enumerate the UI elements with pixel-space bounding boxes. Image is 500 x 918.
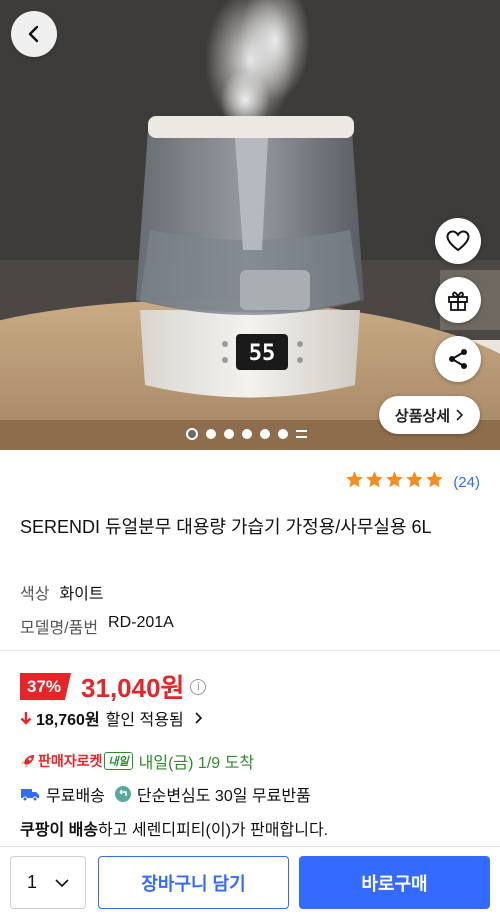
rating-stars bbox=[345, 470, 445, 494]
wishlist-button[interactable] bbox=[435, 218, 481, 264]
pagination-dot-active[interactable] bbox=[186, 428, 198, 440]
pagination-dot[interactable] bbox=[224, 429, 234, 439]
star-icon bbox=[366, 471, 384, 488]
return-policy: 단순변심도 30일 무료반품 bbox=[136, 788, 311, 805]
star-icon bbox=[406, 471, 424, 488]
discount-detail-link[interactable]: 18,760원 할인 적용됨 bbox=[20, 706, 206, 730]
shipping-info: 무료배송 단순변심도 30일 무료반품 bbox=[20, 782, 311, 806]
rating[interactable]: (24) bbox=[345, 470, 480, 494]
share-icon bbox=[449, 349, 467, 369]
option-key: 모델명/품번 bbox=[20, 620, 99, 637]
back-button[interactable] bbox=[11, 11, 57, 57]
purchase-bar: 1 장바구니 담기 바로구매 bbox=[0, 846, 500, 918]
product-photo: 55 bbox=[0, 0, 500, 450]
arrival-date: 내일(금) 1/9 도착 bbox=[138, 755, 255, 772]
product-detail-button[interactable]: 상품상세 bbox=[379, 396, 480, 434]
product-image-gallery[interactable]: 55 상품상세 bbox=[0, 0, 500, 450]
more-pages-icon[interactable] bbox=[296, 430, 307, 438]
tomorrow-badge: 내일 bbox=[104, 752, 133, 770]
seller-text: 하고 세렌디피티(이)가 판매합니다. bbox=[98, 822, 329, 839]
price-row: 37% 31,040원 i bbox=[20, 668, 207, 705]
gift-button[interactable] bbox=[435, 277, 481, 323]
rocket-icon bbox=[21, 755, 34, 768]
product-title: SERENDI 듀얼분무 대용량 가습기 가정용/사무실용 6L bbox=[20, 517, 432, 537]
seller-rocket-label: 판매자로켓 bbox=[38, 753, 103, 769]
option-value: RD-201A bbox=[108, 614, 174, 631]
quantity-select[interactable]: 1 bbox=[10, 856, 86, 909]
option-key: 색상 bbox=[20, 586, 50, 603]
chevron-right-icon bbox=[195, 712, 202, 724]
seller-info: 쿠팡이 배송하고 세렌디피티(이)가 판매합니다. bbox=[20, 816, 328, 840]
divider bbox=[0, 650, 500, 651]
buy-now-button[interactable]: 바로구매 bbox=[299, 856, 490, 909]
share-button[interactable] bbox=[435, 336, 481, 382]
option-value: 화이트 bbox=[59, 586, 104, 603]
arrow-down-icon bbox=[20, 712, 32, 725]
gift-icon bbox=[448, 291, 468, 311]
quantity-value: 1 bbox=[26, 872, 37, 892]
pagination-dot[interactable] bbox=[260, 429, 270, 439]
product-detail-label: 상품상세 bbox=[394, 407, 451, 425]
star-icon bbox=[386, 471, 404, 488]
truck-icon bbox=[21, 789, 39, 802]
sale-price: 31,040원 bbox=[81, 673, 185, 703]
star-icon bbox=[346, 471, 364, 488]
pagination-dot[interactable] bbox=[242, 429, 252, 439]
chevron-right-icon bbox=[456, 409, 464, 421]
add-to-cart-button[interactable]: 장바구니 담기 bbox=[98, 856, 289, 909]
coupang-delivery-label: 쿠팡이 배송 bbox=[20, 822, 99, 839]
info-icon[interactable]: i bbox=[190, 678, 207, 695]
discount-badge: 37% bbox=[20, 673, 72, 700]
review-count[interactable]: (24) bbox=[453, 474, 480, 491]
star-icon bbox=[426, 471, 444, 488]
option-color: 색상 화이트 bbox=[20, 580, 104, 604]
free-shipping-label: 무료배송 bbox=[46, 788, 105, 805]
chevron-down-icon bbox=[55, 878, 69, 887]
heart-icon bbox=[446, 230, 470, 252]
delivery-estimate: 판매자로켓 내일 내일(금) 1/9 도착 bbox=[20, 749, 254, 773]
chevron-left-icon bbox=[28, 25, 39, 43]
discount-amount: 18,760원 bbox=[36, 712, 100, 729]
discount-label: 할인 적용됨 bbox=[105, 712, 184, 729]
option-model: 모델명/품번 RD-201A bbox=[20, 614, 174, 638]
return-icon bbox=[114, 786, 131, 802]
humidity-display: 55 bbox=[249, 341, 276, 366]
pagination-dot[interactable] bbox=[278, 429, 288, 439]
pagination-dot[interactable] bbox=[206, 429, 216, 439]
gallery-pagination bbox=[186, 428, 307, 440]
